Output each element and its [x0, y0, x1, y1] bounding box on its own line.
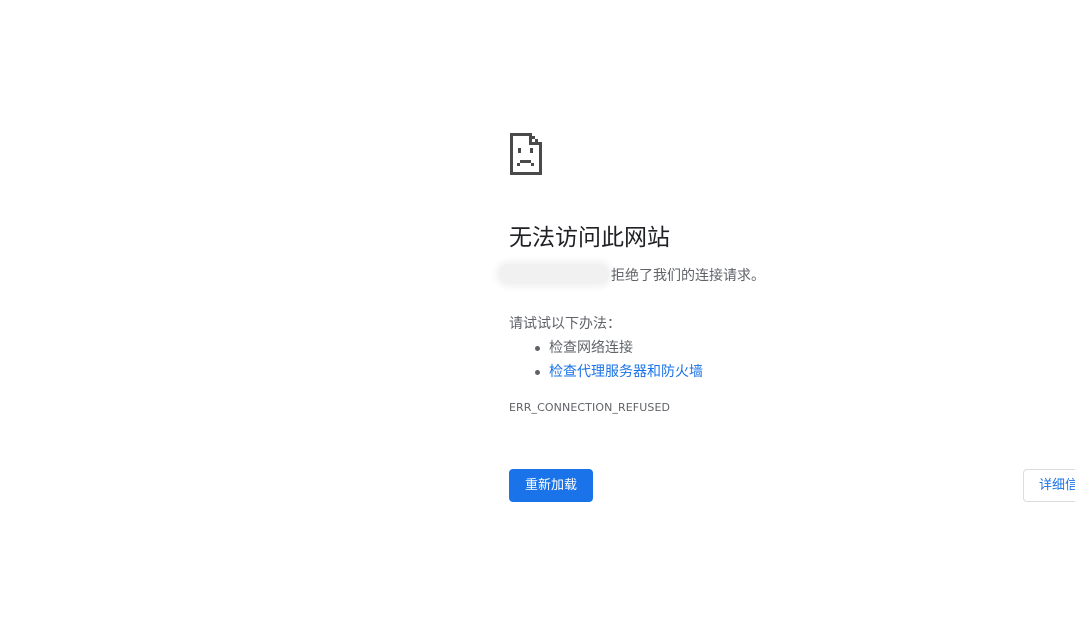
suggestion-check-network-label: 检查网络连接 — [549, 340, 633, 356]
error-code: ERR_CONNECTION_REFUSED — [509, 401, 671, 414]
redacted-hostname — [499, 264, 609, 284]
error-summary-text: 拒绝了我们的连接请求。 — [611, 268, 765, 284]
error-page: 无法访问此网站 拒绝了我们的连接请求。 请试试以下办法： 检查网络连接 检查代理… — [0, 0, 1075, 618]
suggestion-check-proxy-firewall[interactable]: 检查代理服务器和防火墙 — [535, 360, 1049, 384]
suggestions-list: 检查网络连接 检查代理服务器和防火墙 — [509, 336, 1049, 384]
suggestion-check-network: 检查网络连接 — [535, 336, 1049, 360]
page-title: 无法访问此网站 — [509, 225, 670, 251]
check-proxy-firewall-link[interactable]: 检查代理服务器和防火墙 — [549, 364, 703, 380]
reload-button[interactable]: 重新加载 — [509, 469, 593, 502]
suggestions-intro: 请试试以下办法： — [509, 316, 621, 332]
error-summary: 拒绝了我们的连接请求。 — [499, 264, 1049, 288]
details-button[interactable]: 详细信息 — [1023, 469, 1075, 502]
sad-page-icon — [510, 133, 542, 175]
main-content: 无法访问此网站 拒绝了我们的连接请求。 请试试以下办法： 检查网络连接 检查代理… — [499, 132, 1049, 416]
